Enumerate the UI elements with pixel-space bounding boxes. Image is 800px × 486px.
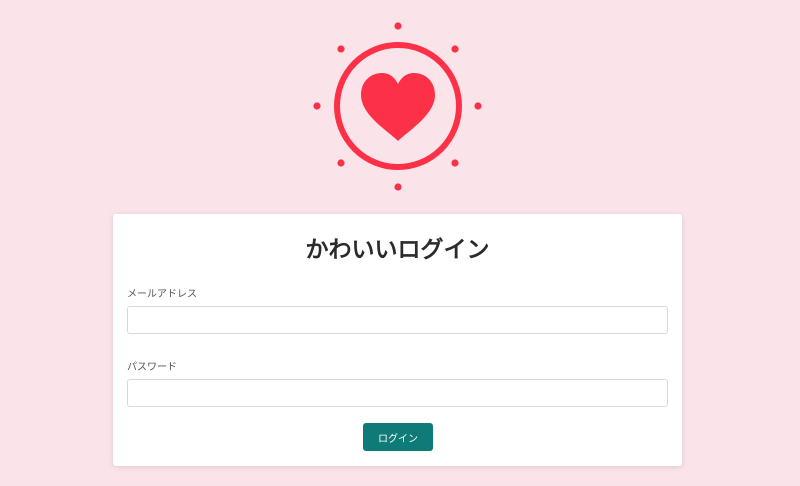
heart-icon	[361, 73, 435, 141]
login-card: かわいいログイン メールアドレス パスワード ログイン	[113, 214, 682, 466]
password-field[interactable]	[127, 379, 668, 407]
login-title: かわいいログイン	[305, 237, 490, 263]
heart-sun-logo-icon	[313, 22, 482, 191]
sun-ray-dot	[474, 102, 482, 110]
sun-ray-dot	[451, 45, 459, 53]
sun-ray-dot	[337, 159, 345, 167]
password-label: パスワード	[127, 362, 177, 373]
sun-ray-dot	[394, 22, 402, 30]
login-button[interactable]: ログイン	[363, 423, 433, 451]
sun-ray-dot	[451, 159, 459, 167]
sun-ray-dot	[394, 183, 402, 191]
sun-ray-dot	[313, 102, 321, 110]
sun-ray-dot	[337, 45, 345, 53]
email-field[interactable]	[127, 306, 668, 334]
login-page: かわいいログイン メールアドレス パスワード ログイン	[0, 0, 800, 486]
email-label: メールアドレス	[127, 289, 197, 300]
